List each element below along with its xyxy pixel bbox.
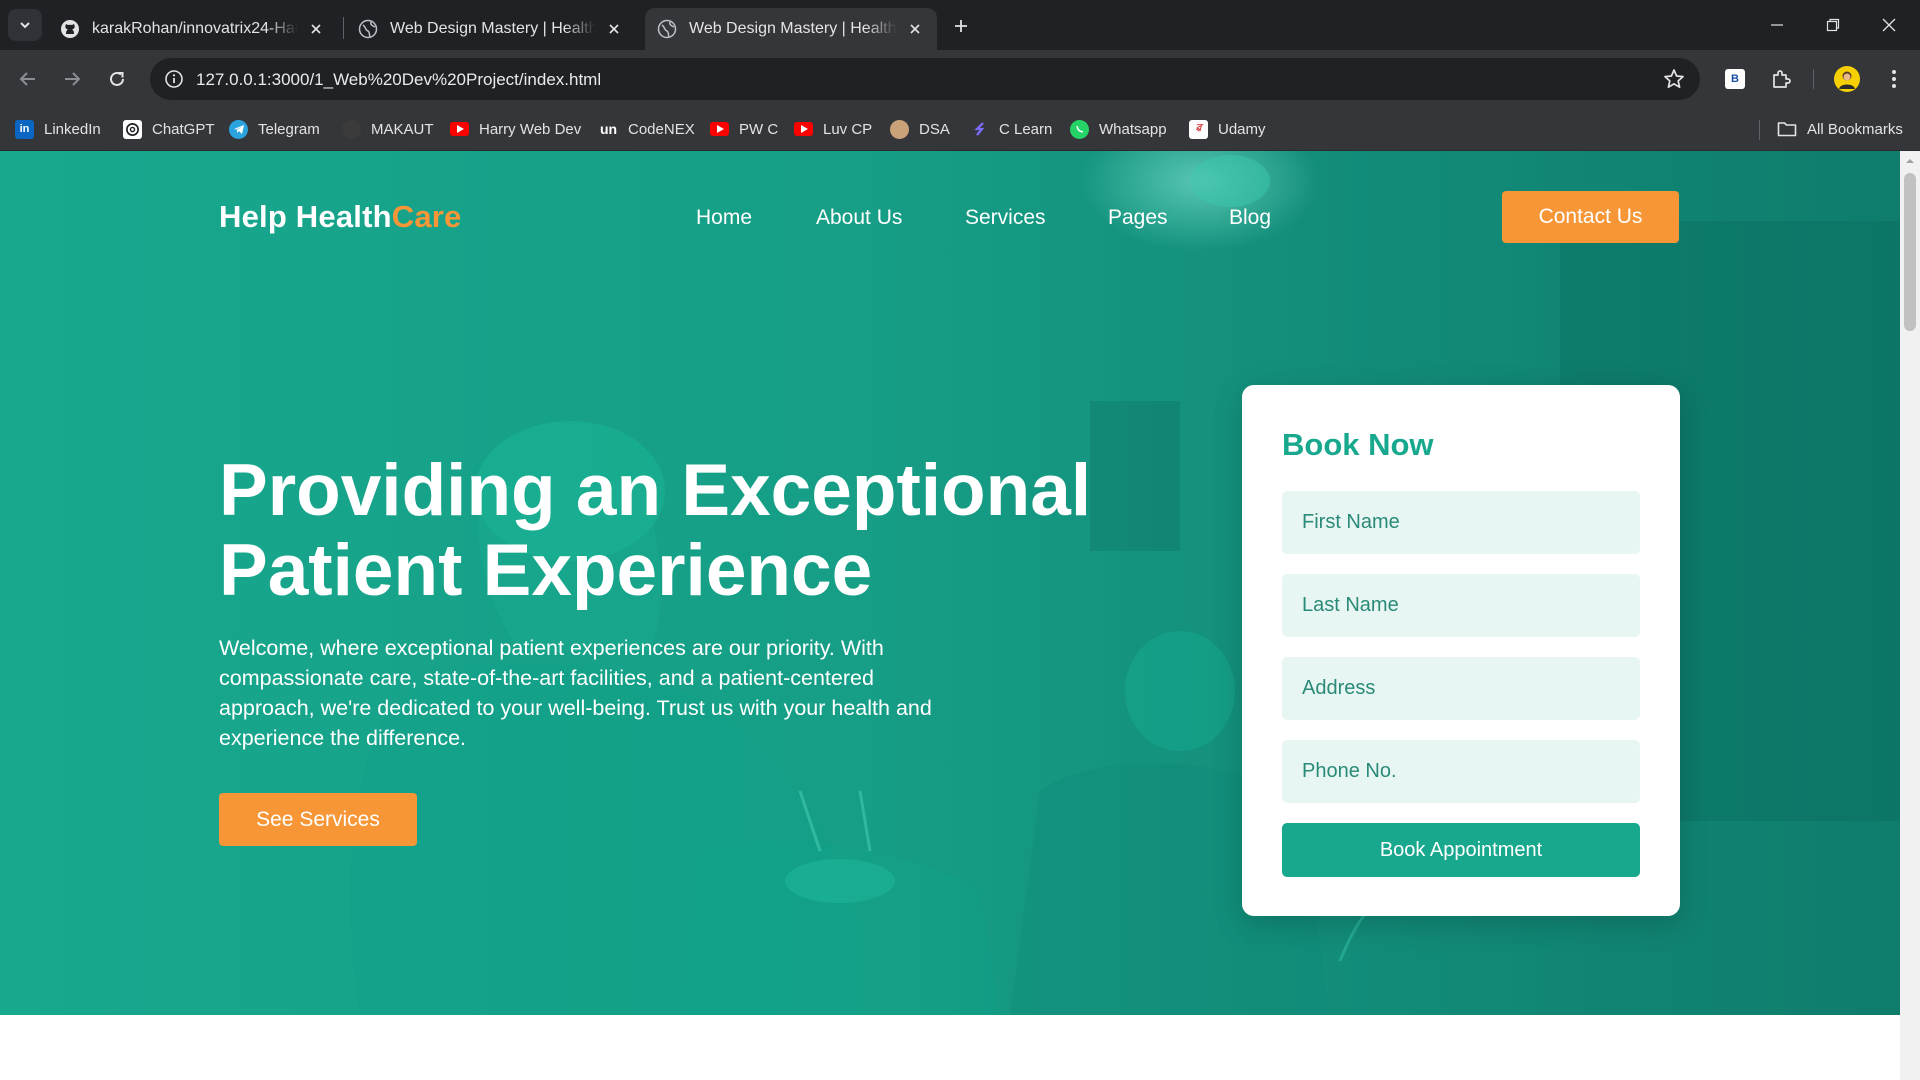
new-tab-button[interactable]: [948, 13, 974, 39]
tab-title: karakRohan/innovatrix24-Hackathon: [92, 20, 298, 37]
url-text[interactable]: 127.0.0.1:3000/1_Web%20Dev%20Project/ind…: [196, 70, 601, 90]
scroll-up-arrow-icon[interactable]: [1905, 156, 1915, 166]
bookmarks-divider: [1759, 120, 1760, 140]
nav-services[interactable]: Services: [965, 206, 1046, 230]
tab-title: Web Design Mastery | HealthCare: [689, 20, 897, 37]
nav-about-us[interactable]: About Us: [816, 206, 902, 230]
bookmark-udamy[interactable]: ৱ Udamy: [1189, 116, 1266, 142]
scrollbar-thumb[interactable]: [1904, 173, 1916, 331]
site-logo[interactable]: Help HealthCare: [219, 199, 461, 235]
linkedin-icon: in: [15, 119, 34, 139]
tab-healthcare-active[interactable]: Web Design Mastery | HealthCare: [645, 8, 937, 50]
reload-button[interactable]: [101, 63, 133, 95]
extension-b-button[interactable]: B: [1719, 63, 1751, 95]
menu-button[interactable]: [1878, 63, 1910, 95]
tab-github[interactable]: karakRohan/innovatrix24-Hackathon: [48, 8, 338, 50]
first-name-field[interactable]: First Name: [1282, 491, 1640, 554]
udamy-icon: ৱ: [1189, 119, 1208, 139]
star-icon: [1664, 69, 1684, 89]
globe-icon: [657, 19, 677, 39]
all-bookmarks-button[interactable]: All Bookmarks: [1777, 116, 1903, 142]
booking-form: Book Now First Name Last Name Address Ph…: [1242, 385, 1680, 916]
close-window-button[interactable]: [1861, 0, 1917, 50]
hero-section: Help HealthCare Home About Us Services P…: [0, 151, 1900, 1015]
phone-field[interactable]: Phone No.: [1282, 740, 1640, 803]
bookmarks-bar: in LinkedIn ChatGPT Telegram MAKAUT Harry…: [0, 108, 1920, 151]
forward-button[interactable]: [56, 63, 88, 95]
hero-headline: Providing an Exceptional Patient Experie…: [219, 450, 1092, 611]
chatgpt-icon: [123, 119, 142, 139]
close-icon[interactable]: [604, 19, 624, 39]
dsa-icon: [890, 119, 909, 139]
bookmark-c-learn[interactable]: C Learn: [970, 116, 1052, 142]
address-bar[interactable]: 127.0.0.1:3000/1_Web%20Dev%20Project/ind…: [150, 58, 1700, 100]
restore-icon: [1826, 18, 1840, 32]
reload-icon: [110, 71, 124, 86]
toolbar-divider: [1813, 69, 1814, 89]
youtube-icon: [450, 122, 469, 136]
page-scrollbar[interactable]: [1900, 151, 1920, 1080]
tab-search-button[interactable]: [8, 9, 42, 41]
book-appointment-button[interactable]: Book Appointment: [1282, 823, 1640, 877]
bookmark-pw-c[interactable]: PW C: [710, 116, 778, 142]
nav-home[interactable]: Home: [696, 206, 752, 230]
last-name-field[interactable]: Last Name: [1282, 574, 1640, 637]
codenex-icon: un: [599, 121, 618, 137]
restore-button[interactable]: [1805, 0, 1861, 50]
clearn-icon: [970, 120, 989, 139]
contact-us-button[interactable]: Contact Us: [1502, 191, 1679, 243]
tab-healthcare-1[interactable]: Web Design Mastery | HealthCare: [346, 8, 636, 50]
web-page: Help HealthCare Home About Us Services P…: [0, 151, 1900, 1080]
telegram-icon: [229, 119, 248, 139]
nav-blog[interactable]: Blog: [1229, 206, 1271, 230]
extensions-button[interactable]: [1765, 63, 1797, 95]
close-icon[interactable]: [306, 19, 326, 39]
bookmark-star-button[interactable]: [1662, 67, 1686, 91]
bookmark-codenex[interactable]: un CodeNEX: [599, 116, 695, 142]
tab-strip: karakRohan/innovatrix24-Hackathon Web De…: [0, 0, 1920, 50]
youtube-icon: [710, 122, 729, 136]
back-button[interactable]: [12, 63, 44, 95]
makaut-icon: [342, 119, 361, 139]
minimize-icon: [1771, 24, 1783, 26]
arrow-right-icon: [65, 72, 81, 86]
globe-icon: [358, 19, 378, 39]
address-field[interactable]: Address: [1282, 657, 1640, 720]
close-icon: [1882, 18, 1896, 32]
bookmark-luv-cp[interactable]: Luv CP: [794, 116, 872, 142]
tab-separator: [343, 17, 344, 39]
arrow-left-icon: [19, 72, 35, 86]
browser-toolbar: 127.0.0.1:3000/1_Web%20Dev%20Project/ind…: [0, 50, 1920, 108]
kebab-menu-icon: [1892, 70, 1896, 88]
bookmark-whatsapp[interactable]: Whatsapp: [1070, 116, 1167, 142]
bookmark-chatgpt[interactable]: ChatGPT: [123, 116, 215, 142]
bookmark-linkedin[interactable]: in LinkedIn: [15, 116, 101, 142]
bookmark-dsa[interactable]: DSA: [890, 116, 950, 142]
hero-description: Welcome, where exceptional patient exper…: [219, 636, 932, 750]
site-info-button[interactable]: [158, 63, 190, 95]
plus-icon: [955, 20, 967, 32]
profile-button[interactable]: [1831, 63, 1863, 95]
bookmark-telegram[interactable]: Telegram: [229, 116, 320, 142]
youtube-icon: [794, 122, 813, 136]
chevron-down-icon: [20, 22, 30, 29]
nav-pages[interactable]: Pages: [1108, 206, 1168, 230]
bookmark-harry-web-dev[interactable]: Harry Web Dev: [450, 116, 581, 142]
puzzle-icon: [1773, 70, 1791, 88]
close-icon[interactable]: [905, 19, 925, 39]
info-icon: [165, 70, 183, 88]
booking-title: Book Now: [1282, 427, 1434, 462]
minimize-button[interactable]: [1749, 0, 1805, 50]
bookmark-makaut[interactable]: MAKAUT: [342, 116, 434, 142]
github-icon: [61, 20, 79, 38]
tab-title: Web Design Mastery | HealthCare: [390, 20, 596, 37]
avatar: [1834, 66, 1860, 92]
folder-icon: [1777, 121, 1797, 137]
extension-b-icon: B: [1725, 69, 1745, 89]
whatsapp-icon: [1070, 119, 1089, 139]
see-services-button[interactable]: See Services: [219, 793, 417, 846]
